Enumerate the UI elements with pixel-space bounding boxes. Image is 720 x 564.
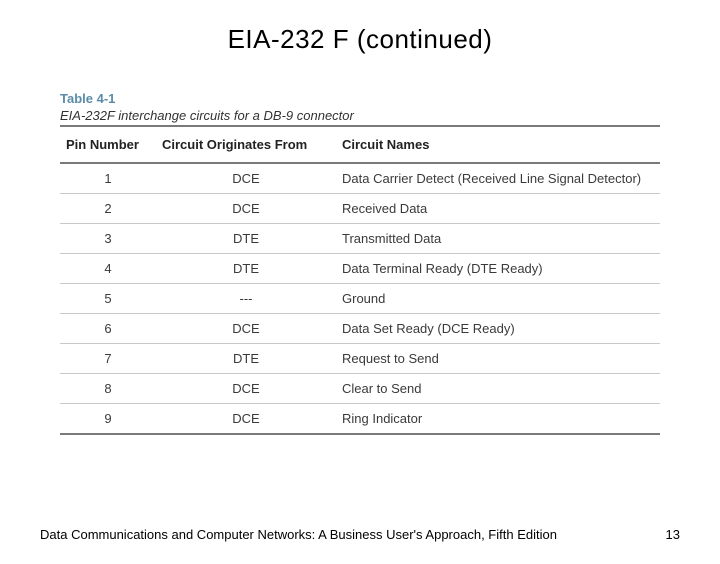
cell-pin: 6	[60, 314, 156, 344]
cell-pin: 9	[60, 404, 156, 435]
cell-name: Ground	[336, 284, 660, 314]
cell-name: Request to Send	[336, 344, 660, 374]
table-row: 2DCEReceived Data	[60, 194, 660, 224]
cell-pin: 4	[60, 254, 156, 284]
cell-name: Data Set Ready (DCE Ready)	[336, 314, 660, 344]
table-row: 9DCERing Indicator	[60, 404, 660, 435]
table-row: 6DCEData Set Ready (DCE Ready)	[60, 314, 660, 344]
table-body: 1DCEData Carrier Detect (Received Line S…	[60, 163, 660, 434]
cell-name: Clear to Send	[336, 374, 660, 404]
table-row: 5---Ground	[60, 284, 660, 314]
cell-name: Data Terminal Ready (DTE Ready)	[336, 254, 660, 284]
cell-pin: 3	[60, 224, 156, 254]
cell-orig: DCE	[156, 374, 336, 404]
table-header: Pin Number Circuit Originates From Circu…	[60, 127, 660, 163]
cell-pin: 1	[60, 163, 156, 194]
cell-orig: DTE	[156, 224, 336, 254]
slide-title: EIA-232 F (continued)	[0, 24, 720, 55]
pins-table: Pin Number Circuit Originates From Circu…	[60, 127, 660, 435]
cell-orig: DCE	[156, 194, 336, 224]
header-pin: Pin Number	[60, 127, 156, 163]
cell-orig: DTE	[156, 344, 336, 374]
cell-orig: DCE	[156, 163, 336, 194]
cell-pin: 5	[60, 284, 156, 314]
table-label: Table 4-1	[60, 91, 660, 106]
cell-pin: 2	[60, 194, 156, 224]
table-row: 3DTETransmitted Data	[60, 224, 660, 254]
slide: EIA-232 F (continued) Table 4-1 EIA-232F…	[0, 24, 720, 564]
cell-pin: 7	[60, 344, 156, 374]
cell-name: Data Carrier Detect (Received Line Signa…	[336, 163, 660, 194]
cell-name: Transmitted Data	[336, 224, 660, 254]
table-caption: EIA-232F interchange circuits for a DB-9…	[60, 108, 660, 123]
header-name: Circuit Names	[336, 127, 660, 163]
cell-orig: DTE	[156, 254, 336, 284]
cell-orig: ---	[156, 284, 336, 314]
table-row: 4DTEData Terminal Ready (DTE Ready)	[60, 254, 660, 284]
header-orig: Circuit Originates From	[156, 127, 336, 163]
table-area: Table 4-1 EIA-232F interchange circuits …	[60, 91, 660, 435]
table-row: 8DCEClear to Send	[60, 374, 660, 404]
cell-name: Received Data	[336, 194, 660, 224]
cell-pin: 8	[60, 374, 156, 404]
table-row: 7DTERequest to Send	[60, 344, 660, 374]
cell-orig: DCE	[156, 314, 336, 344]
table-row: 1DCEData Carrier Detect (Received Line S…	[60, 163, 660, 194]
cell-name: Ring Indicator	[336, 404, 660, 435]
cell-orig: DCE	[156, 404, 336, 435]
